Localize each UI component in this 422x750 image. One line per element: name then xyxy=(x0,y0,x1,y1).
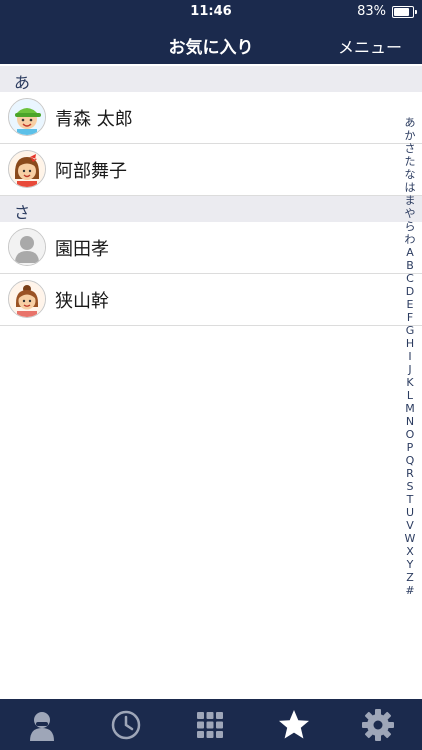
person-icon xyxy=(30,712,54,741)
section-index[interactable]: あかさたなはまやらわ A B C D E F G H I J K L M N O P Q R S T U V W X Y Z # xyxy=(400,116,420,597)
grid-icon xyxy=(197,712,223,738)
contact-row[interactable]: 青森 太郎 xyxy=(0,92,422,144)
tab-favorites[interactable] xyxy=(274,705,314,743)
contact-name: 園田孝 xyxy=(55,239,109,260)
section-header-sa: さ xyxy=(0,196,422,222)
battery-icon xyxy=(392,6,417,18)
index-letter[interactable]: T xyxy=(400,493,420,506)
index-letter[interactable]: な xyxy=(400,168,420,181)
index-letter[interactable]: P xyxy=(400,441,420,454)
index-letter[interactable]: F xyxy=(400,311,420,324)
index-letter[interactable]: Z xyxy=(400,571,420,584)
index-letter[interactable]: E xyxy=(400,298,420,311)
section-header-a: あ xyxy=(0,66,422,92)
gear-icon xyxy=(362,709,394,741)
index-letter[interactable]: S xyxy=(400,480,420,493)
index-letter[interactable]: H xyxy=(400,337,420,350)
section-label: あ xyxy=(14,73,31,92)
star-icon xyxy=(279,710,309,739)
contact-name: 青森 太郎 xyxy=(55,109,133,130)
index-letter[interactable]: A xyxy=(400,246,420,259)
index-letter[interactable]: か xyxy=(400,129,420,142)
index-letter[interactable]: W xyxy=(400,532,420,545)
index-letter[interactable]: O xyxy=(400,428,420,441)
index-letter[interactable]: D xyxy=(400,285,420,298)
index-letter[interactable]: # xyxy=(400,584,420,597)
battery-percent: 83% xyxy=(357,4,386,19)
index-letter[interactable]: J xyxy=(400,363,420,376)
index-letter[interactable]: G xyxy=(400,324,420,337)
index-letter[interactable]: X xyxy=(400,545,420,558)
index-letter[interactable]: ら xyxy=(400,220,420,233)
index-letter[interactable]: や xyxy=(400,207,420,220)
index-letter[interactable]: V xyxy=(400,519,420,532)
clock-icon xyxy=(111,710,141,740)
index-letter[interactable]: K xyxy=(400,376,420,389)
index-letter[interactable]: わ xyxy=(400,233,420,246)
nav-bar: お気に入り メニュー xyxy=(0,24,422,64)
index-letter[interactable]: は xyxy=(400,181,420,194)
index-letter[interactable]: た xyxy=(400,155,420,168)
index-letter[interactable]: U xyxy=(400,506,420,519)
tab-bar xyxy=(0,699,422,750)
tab-settings[interactable] xyxy=(358,705,398,743)
tab-keypad[interactable] xyxy=(190,705,230,743)
index-letter[interactable]: Q xyxy=(400,454,420,467)
index-letter[interactable]: B xyxy=(400,259,420,272)
index-letter[interactable]: あ xyxy=(400,116,420,129)
index-letter[interactable]: さ xyxy=(400,142,420,155)
index-letter[interactable]: Y xyxy=(400,558,420,571)
tab-history[interactable] xyxy=(106,705,146,743)
contact-row[interactable]: 園田孝 xyxy=(0,222,422,274)
status-bar: 11:46 83% xyxy=(0,0,422,24)
boy-green-cap-avatar-icon xyxy=(8,98,46,136)
index-letter[interactable]: C xyxy=(400,272,420,285)
index-letter[interactable]: N xyxy=(400,415,420,428)
index-letter[interactable]: R xyxy=(400,467,420,480)
index-letter[interactable]: M xyxy=(400,402,420,415)
contact-row[interactable]: 阿部舞子 xyxy=(0,144,422,196)
menu-button[interactable]: メニュー xyxy=(338,34,402,58)
index-letter[interactable]: ま xyxy=(400,194,420,207)
girl-brown-hair-avatar-icon xyxy=(8,280,46,318)
index-letter[interactable]: I xyxy=(400,350,420,363)
tab-contacts[interactable] xyxy=(22,705,62,743)
girl-red-bow-avatar-icon xyxy=(8,150,46,188)
contact-name: 阿部舞子 xyxy=(55,161,127,182)
section-label: さ xyxy=(14,203,31,222)
contact-name: 狭山幹 xyxy=(55,291,109,312)
default-person-avatar-icon xyxy=(8,228,46,266)
contact-row[interactable]: 狭山幹 xyxy=(0,274,422,326)
index-letter[interactable]: L xyxy=(400,389,420,402)
